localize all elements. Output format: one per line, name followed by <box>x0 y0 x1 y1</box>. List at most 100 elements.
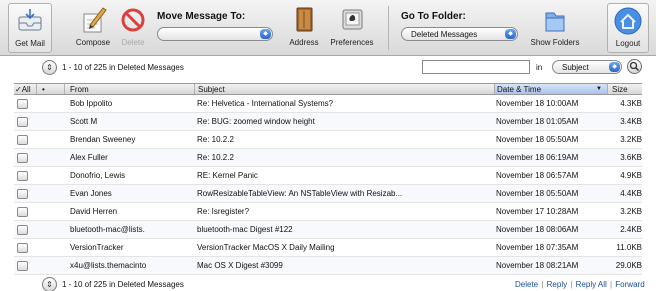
row-checkbox[interactable] <box>17 171 28 181</box>
table-row[interactable]: VersionTracker VersionTracker MacOS X Dai… <box>14 239 642 257</box>
subject-cell[interactable]: Re: 10.2.2 <box>197 153 492 162</box>
column-divider <box>494 84 495 94</box>
flag-header[interactable]: • <box>42 85 45 94</box>
from-cell: Alex Fuller <box>70 153 108 162</box>
inbox-tray-icon <box>15 6 45 36</box>
row-checkbox[interactable] <box>17 135 28 145</box>
row-checkbox[interactable] <box>17 207 28 217</box>
size-cell: 4.4KB <box>620 189 642 198</box>
logout-label: Logout <box>615 39 641 48</box>
select-all-header[interactable]: ✓All <box>15 85 31 94</box>
go-to-folder-title: Go To Folder: <box>401 11 466 22</box>
date-header[interactable]: Date & Time <box>497 85 541 94</box>
date-cell: November 18 10:00AM <box>496 99 579 108</box>
select-arrows-icon: ◆ <box>505 29 516 39</box>
navigation-arrows-icon[interactable]: ⇕ <box>42 277 57 291</box>
logout-button[interactable]: Logout <box>607 3 649 53</box>
delete-button[interactable]: Delete <box>110 3 156 53</box>
table-row[interactable]: Scott M Re: BUG: zoomed window height Nove… <box>14 113 642 131</box>
subject-cell[interactable]: RowResizableTableView: An NSTableView wi… <box>197 189 492 198</box>
subject-cell[interactable]: Re: BUG: zoomed window height <box>197 117 492 126</box>
delete-link[interactable]: Delete <box>515 280 538 289</box>
search-scope-select[interactable]: Subject ◆ <box>552 60 622 74</box>
date-cell: November 18 07:35AM <box>496 243 579 252</box>
column-divider <box>607 84 608 94</box>
size-header[interactable]: Size <box>612 85 628 94</box>
from-cell: Evan Jones <box>70 189 112 198</box>
from-cell: Scott M <box>70 117 98 126</box>
search-input[interactable] <box>422 60 530 74</box>
date-cell: November 18 06:19AM <box>496 153 579 162</box>
preferences-icon <box>337 5 367 35</box>
subject-cell[interactable]: bluetooth-mac Digest #122 <box>197 225 492 234</box>
from-cell: x4u@lists.themacinto <box>70 261 147 270</box>
size-cell: 2.4KB <box>620 225 642 234</box>
from-cell: VersionTracker <box>70 243 124 252</box>
row-checkbox[interactable] <box>17 225 28 235</box>
search-button[interactable] <box>627 59 642 74</box>
subject-cell[interactable]: RE: Kernel Panic <box>197 171 492 180</box>
link-separator: | <box>539 280 546 289</box>
navigation-arrows-icon[interactable]: ⇕ <box>42 60 57 75</box>
column-divider <box>194 84 195 94</box>
date-cell: November 18 01:05AM <box>496 117 579 126</box>
move-message-title: Move Message To: <box>157 11 246 22</box>
reply-link[interactable]: Reply <box>547 280 567 289</box>
column-divider <box>64 84 65 94</box>
pager-status-bottom: 1 - 10 of 225 in Deleted Messages <box>62 280 184 289</box>
table-row[interactable]: David Herren Re: Isregister? November 17 1… <box>14 203 642 221</box>
table-row[interactable]: Alex Fuller Re: 10.2.2 November 18 06:19AM… <box>14 149 642 167</box>
forward-link[interactable]: Forward <box>615 280 644 289</box>
column-divider <box>36 84 37 94</box>
table-row[interactable]: Evan Jones RowResizableTableView: An NSTa… <box>14 185 642 203</box>
reply-all-link[interactable]: Reply All <box>576 280 607 289</box>
pencil-paper-icon <box>78 5 108 35</box>
table-header: ✓All • From Subject Date & Time ▼ Size <box>14 84 642 95</box>
row-checkbox[interactable] <box>17 243 28 253</box>
show-folders-button[interactable]: Show Folders <box>526 3 584 53</box>
subject-cell[interactable]: VersionTracker MacOS X Daily Mailing <box>197 243 492 252</box>
search-in-label: in <box>536 63 543 72</box>
delete-label: Delete <box>121 38 145 47</box>
subject-header[interactable]: Subject <box>198 85 225 94</box>
address-button[interactable]: Address <box>281 3 327 53</box>
address-book-icon <box>289 5 319 35</box>
get-mail-label: Get Mail <box>15 39 45 48</box>
size-cell: 3.2KB <box>620 135 642 144</box>
sort-descending-icon: ▼ <box>596 86 602 92</box>
date-cell: November 18 05:50AM <box>496 135 579 144</box>
row-checkbox[interactable] <box>17 153 28 163</box>
go-to-folder-select[interactable]: Deleted Messages ◆ <box>401 27 518 41</box>
table-row[interactable]: Donofrio, Lewis RE: Kernel Panic November … <box>14 167 642 185</box>
subject-cell[interactable]: Re: Isregister? <box>197 207 492 216</box>
folder-icon <box>540 5 570 35</box>
subject-cell[interactable]: Re: Helvetica - International Systems? <box>197 99 492 108</box>
row-checkbox[interactable] <box>17 189 28 199</box>
row-checkbox[interactable] <box>17 261 28 271</box>
row-checkbox[interactable] <box>17 99 28 109</box>
subject-cell[interactable]: Mac OS X Digest #3099 <box>197 261 492 270</box>
size-cell: 29.0KB <box>615 261 642 270</box>
pager-status-top: 1 - 10 of 225 in Deleted Messages <box>62 63 184 72</box>
house-icon <box>613 6 643 36</box>
row-checkbox[interactable] <box>17 117 28 127</box>
table-row[interactable]: x4u@lists.themacinto Mac OS X Digest #309… <box>14 257 642 275</box>
from-cell: David Herren <box>70 207 118 216</box>
table-row[interactable]: Bob Ippolito Re: Helvetica - Internationa… <box>14 95 642 113</box>
size-cell: 4.9KB <box>620 171 642 180</box>
date-cell: November 18 08:21AM <box>496 261 579 270</box>
link-separator: | <box>568 280 575 289</box>
toolbar: Get Mail Compose Delete Move Message To: <box>0 0 656 56</box>
subject-cell[interactable]: Re: 10.2.2 <box>197 135 492 144</box>
show-folders-label: Show Folders <box>530 38 580 47</box>
magnifier-icon <box>629 61 640 72</box>
move-message-select[interactable]: ◆ <box>157 27 273 41</box>
date-cell: November 18 06:57AM <box>496 171 579 180</box>
table-row[interactable]: bluetooth-mac@lists. bluetooth-mac Digest… <box>14 221 642 239</box>
toolbar-divider <box>388 6 389 50</box>
size-cell: 4.3KB <box>620 99 642 108</box>
get-mail-button[interactable]: Get Mail <box>8 3 52 53</box>
from-header[interactable]: From <box>70 85 89 94</box>
table-row[interactable]: Brendan Sweeney Re: 10.2.2 November 18 05:… <box>14 131 642 149</box>
preferences-button[interactable]: Preferences <box>329 3 375 53</box>
